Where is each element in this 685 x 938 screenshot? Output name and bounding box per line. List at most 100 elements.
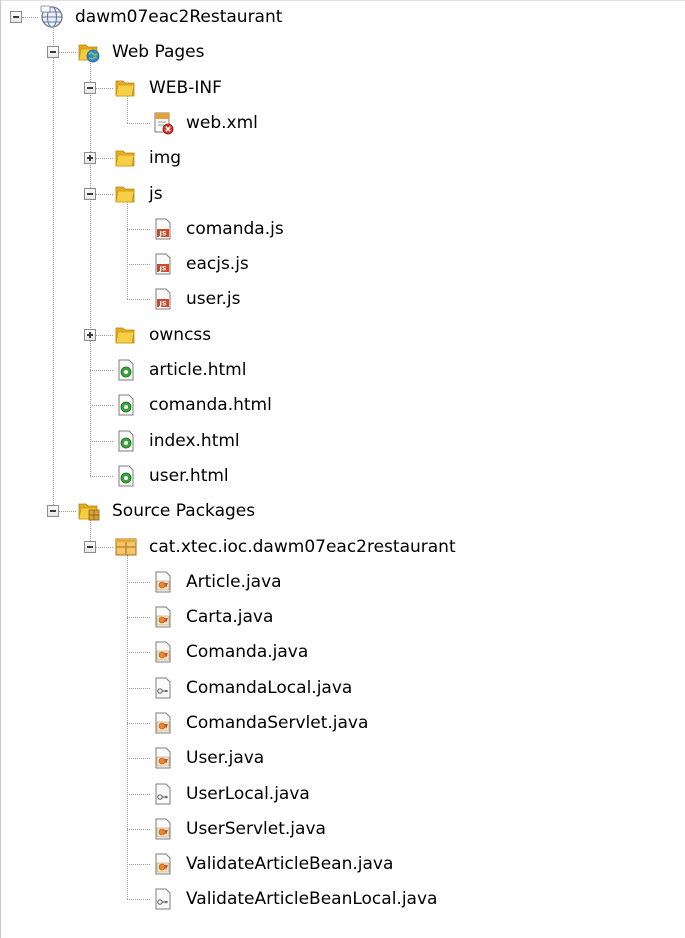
tree-connector-line [127, 123, 150, 124]
java-interface-file-icon [151, 676, 175, 700]
html-file-icon [114, 464, 138, 488]
tree-connector-line [59, 511, 76, 512]
tree-node-label[interactable]: User.java [183, 746, 267, 770]
collapse-toggle[interactable] [10, 11, 22, 23]
svg-text:JS: JS [158, 230, 166, 238]
html-file-icon [114, 358, 138, 382]
collapse-toggle[interactable] [84, 82, 96, 94]
tree-connector-line [96, 335, 113, 336]
tree-connector-line [127, 229, 150, 230]
tree-connector-line [127, 264, 150, 265]
tree-connector-line [127, 617, 150, 618]
tree-node-label[interactable]: Carta.java [183, 605, 276, 629]
tree-node-label[interactable]: eacjs.js [183, 252, 252, 276]
tree-connector-line [96, 194, 113, 195]
tree-node-label[interactable]: dawm07eac2Restaurant [72, 5, 285, 29]
collapse-toggle[interactable] [47, 505, 59, 517]
expand-toggle[interactable] [84, 152, 96, 164]
tree-node-label[interactable]: UserServlet.java [183, 817, 329, 841]
java-interface-file-icon [151, 782, 175, 806]
tree-node-label[interactable]: Comanda.java [183, 640, 311, 664]
tree-connector-line [127, 794, 150, 795]
panel-top-border [0, 0, 685, 1]
javascript-file-icon: JS [151, 252, 175, 276]
java-class-file-icon [151, 817, 175, 841]
toggle-minus-bar [87, 546, 93, 548]
tree-connector-line [90, 370, 113, 371]
javascript-file-icon: JS [151, 217, 175, 241]
java-class-file-icon [151, 746, 175, 770]
tree-connector-line [90, 476, 113, 477]
tree-connector-line [96, 547, 113, 548]
svg-text:JS: JS [158, 300, 166, 308]
panel-left-border [0, 0, 1, 938]
toggle-minus-bar [50, 51, 56, 53]
tree-connector-line [96, 158, 113, 159]
tree-node-label[interactable]: comanda.js [183, 217, 287, 241]
java-package-icon [114, 535, 138, 559]
java-class-file-icon [151, 852, 175, 876]
tree-node-label[interactable]: article.html [146, 358, 249, 382]
tree-node-label[interactable]: UserLocal.java [183, 782, 313, 806]
tree-node-label[interactable]: WEB-INF [146, 76, 225, 100]
folder-icon [114, 146, 138, 170]
tree-connector-line [127, 555, 128, 899]
java-class-file-icon [151, 711, 175, 735]
project-globe-icon [40, 5, 64, 29]
tree-connector-line [90, 60, 91, 476]
tree-node-label[interactable]: ValidateArticleBean.java [183, 852, 396, 876]
collapse-toggle[interactable] [84, 188, 96, 200]
java-class-file-icon [151, 570, 175, 594]
tree-connector-line [127, 899, 150, 900]
tree-connector-line [53, 25, 54, 511]
tree-node-label[interactable]: ValidateArticleBeanLocal.java [183, 887, 440, 911]
toggle-minus-bar [50, 510, 56, 512]
xml-file-error-icon [151, 111, 175, 135]
tree-connector-line [127, 723, 150, 724]
tree-node-label[interactable]: index.html [146, 429, 243, 453]
tree-node-label[interactable]: owncss [146, 323, 214, 347]
tree-connector-line [127, 582, 150, 583]
tree-connector-line [127, 829, 150, 830]
tree-connector-line [127, 688, 150, 689]
toggle-plus-bar [89, 155, 91, 161]
toggle-minus-bar [87, 193, 93, 195]
collapse-toggle[interactable] [84, 541, 96, 553]
tree-connector-line [59, 52, 76, 53]
source-packages-folder-icon [77, 499, 101, 523]
project-tree: dawm07eac2Restaurant Web Pages WEB-INF web.… [0, 0, 685, 938]
toggle-minus-bar [13, 16, 19, 18]
tree-node-label[interactable]: ComandaLocal.java [183, 676, 355, 700]
tree-node-label[interactable]: js [146, 182, 166, 206]
tree-connector-line [96, 88, 113, 89]
web-pages-folder-icon [77, 40, 101, 64]
tree-node-label[interactable]: user.html [146, 464, 232, 488]
tree-node-label[interactable]: comanda.html [146, 393, 275, 417]
tree-node-label[interactable]: user.js [183, 287, 244, 311]
tree-connector-line [127, 652, 150, 653]
folder-icon [114, 323, 138, 347]
javascript-file-icon: JS [151, 287, 175, 311]
tree-connector-line [127, 202, 128, 299]
toggle-plus-bar [89, 332, 91, 338]
folder-icon [114, 182, 138, 206]
tree-connector-line [127, 758, 150, 759]
toggle-minus-bar [87, 87, 93, 89]
tree-node-label[interactable]: web.xml [183, 111, 261, 135]
java-interface-file-icon [151, 887, 175, 911]
tree-node-label[interactable]: Web Pages [109, 40, 207, 64]
java-class-file-icon [151, 605, 175, 629]
tree-node-label[interactable]: img [146, 146, 184, 170]
expand-toggle[interactable] [84, 329, 96, 341]
tree-node-label[interactable]: ComandaServlet.java [183, 711, 371, 735]
tree-connector-line [127, 96, 128, 123]
tree-node-label[interactable]: Source Packages [109, 499, 258, 523]
tree-node-label[interactable]: Article.java [183, 570, 285, 594]
collapse-toggle[interactable] [47, 46, 59, 58]
folder-icon [114, 76, 138, 100]
tree-node-label[interactable]: cat.xtec.ioc.dawm07eac2restaurant [146, 535, 459, 559]
tree-connector-line [127, 299, 150, 300]
svg-text:JS: JS [158, 265, 166, 273]
tree-connector-line [127, 864, 150, 865]
html-file-icon [114, 393, 138, 417]
